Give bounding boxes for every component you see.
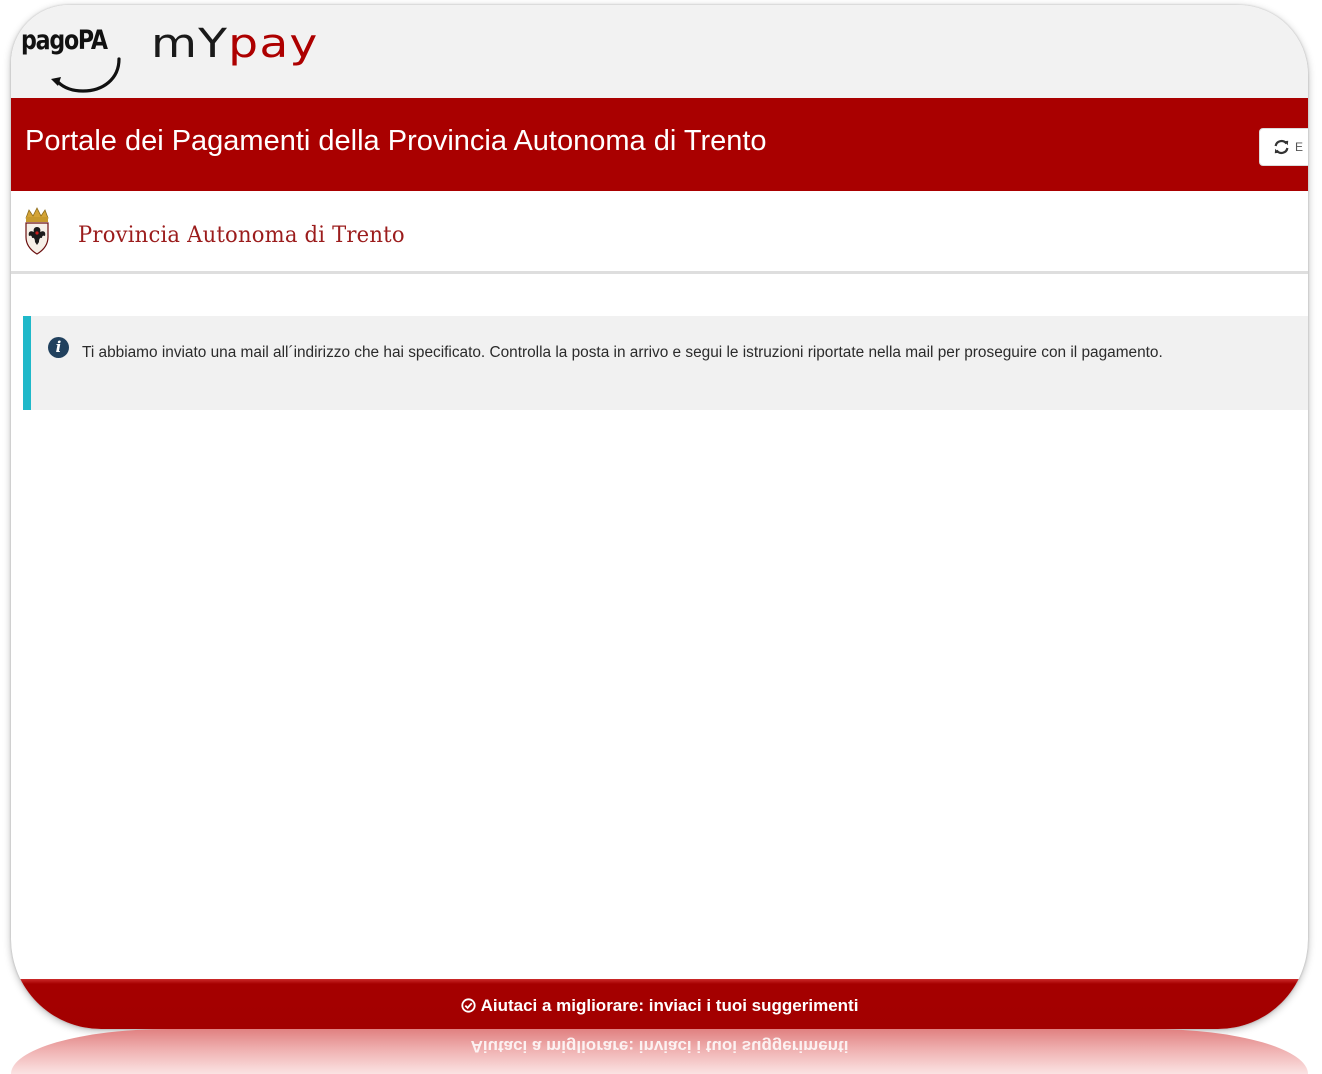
feedback-link-label: Aiutaci a migliorare: inviaci i tuoi sug… (480, 996, 859, 1015)
logo-bar: pagoPA mYpay (11, 5, 1308, 98)
entity-name: Provincia Autonoma di Trento (78, 223, 405, 248)
title-bar: Portale dei Pagamenti della Provincia Au… (11, 98, 1308, 191)
mypay-logo-pay: pay (228, 21, 319, 67)
pagopa-logo[interactable]: pagoPA (21, 27, 131, 97)
refresh-button-label: E (1295, 140, 1304, 154)
info-circle-icon: i (48, 337, 69, 358)
coat-of-arms-icon (25, 207, 49, 255)
footer-reflection-text: Aiutaci a migliorare: inviaci i tuoi sug… (470, 1037, 849, 1056)
page-title: Portale dei Pagamenti della Provincia Au… (25, 125, 767, 157)
check-circle-icon (460, 998, 476, 1013)
footer: Aiutaci a migliorare: inviaci i tuoi sug… (11, 979, 1308, 1029)
refresh-button[interactable]: E (1259, 128, 1308, 166)
footer-reflection: Aiutaci a migliorare: inviaci i tuoi sug… (11, 1029, 1308, 1074)
browser-screenshot-card: pagoPA mYpay Portale dei Pagamenti della… (11, 5, 1308, 1029)
entity-bar: Provincia Autonoma di Trento (11, 191, 1308, 274)
pagopa-logo-text: pagoPA (21, 25, 108, 56)
mypay-logo[interactable]: mYpay (151, 24, 319, 64)
alert-message: Ti abbiamo inviato una mail all´indirizz… (82, 344, 1163, 361)
refresh-icon (1274, 139, 1289, 155)
pagopa-arrow-icon (51, 57, 121, 93)
info-alert: i Ti abbiamo inviato una mail all´indiri… (23, 316, 1308, 410)
mypay-logo-my: mY (151, 21, 229, 67)
feedback-link[interactable]: Aiutaci a migliorare: inviaci i tuoi sug… (11, 996, 1308, 1016)
